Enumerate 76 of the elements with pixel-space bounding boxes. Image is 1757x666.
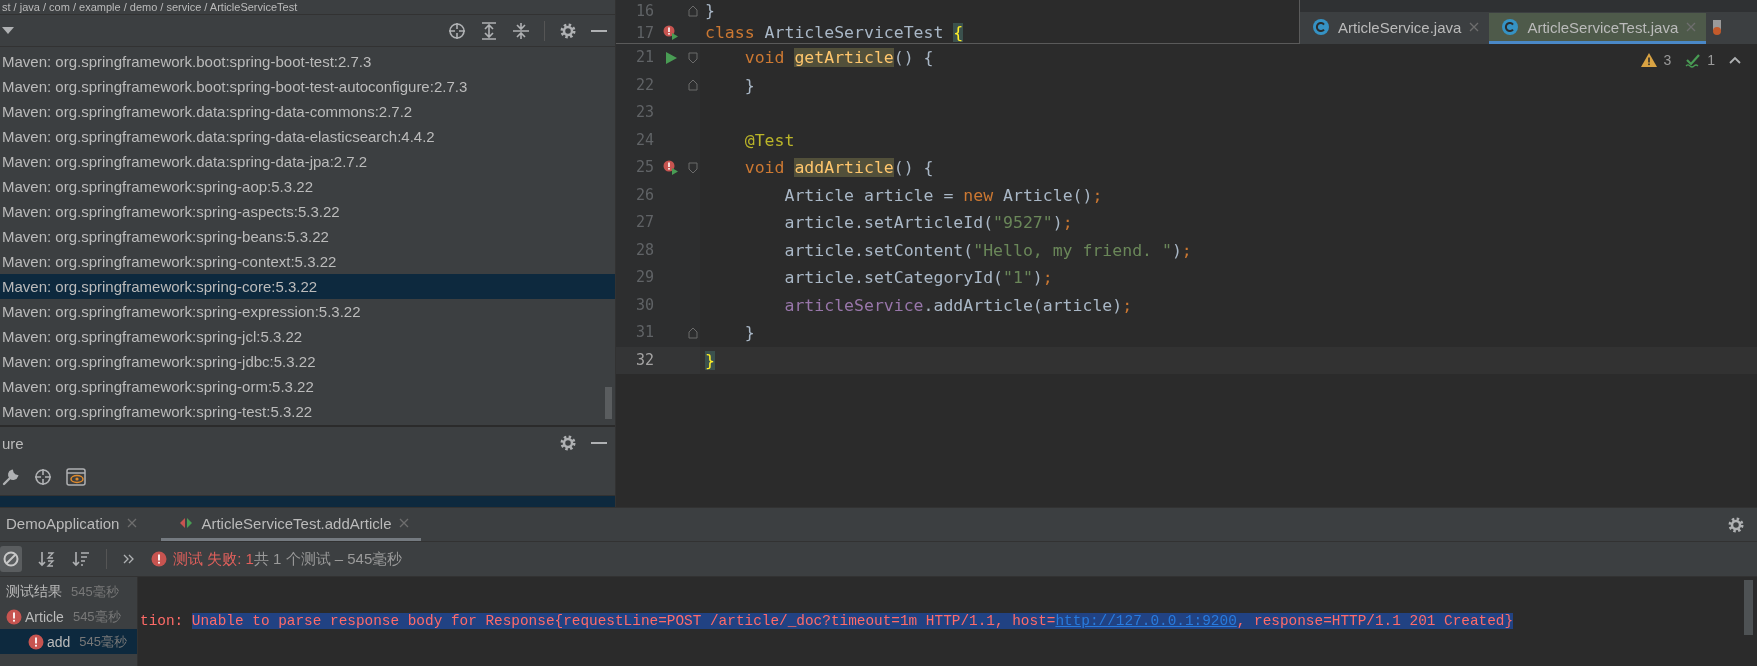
panel-title: ure: [2, 434, 24, 452]
wrench-icon[interactable]: [2, 468, 20, 486]
error-icon: [6, 608, 22, 625]
chevron-right-icon[interactable]: [123, 554, 135, 564]
tree-item[interactable]: Maven: org.springframework.data:spring-data-commons:2.7.2: [0, 99, 615, 124]
weak-warning-count[interactable]: 1: [1707, 52, 1715, 68]
code-line: @Test: [743, 129, 795, 152]
dropdown-caret-icon[interactable]: [2, 26, 14, 35]
expand-all-icon[interactable]: [480, 21, 498, 40]
tree-item[interactable]: Maven: org.springframework:spring-test:5.3.22: [0, 399, 615, 424]
run-tab[interactable]: DemoApplication: [0, 508, 150, 541]
tree-item[interactable]: Maven: org.springframework.boot:spring-boot-test:2.7.3: [0, 49, 615, 74]
code-line: void getArticle() {: [743, 47, 934, 69]
test-tree-item[interactable]: 测试结果 545毫秒: [0, 579, 137, 604]
error-icon: [151, 551, 167, 567]
code-line: Article article = new Article();: [783, 184, 1103, 207]
tree-item[interactable]: Maven: org.springframework:spring-beans:5.3.22: [0, 224, 615, 249]
fold-icon[interactable]: [688, 5, 698, 17]
code-line: articleService.addArticle(article);: [783, 294, 1133, 317]
tree-item[interactable]: Maven: org.springframework.boot:spring-boot-test-autoconfigure:2.7.3: [0, 74, 615, 99]
settings-icon[interactable]: [559, 21, 577, 40]
tree-item[interactable]: Maven: org.springframework:spring-context:5.3.22: [0, 249, 615, 274]
test-tree-item[interactable]: add 545毫秒: [0, 629, 137, 654]
test-run-icon: [179, 517, 194, 529]
code-line: class ArticleServiceTest {: [705, 22, 964, 43]
locate-icon[interactable]: [34, 468, 52, 486]
breadcrumb: st / java / com / example / demo / service / ArticleServiceTest: [0, 0, 615, 15]
window-eye-icon[interactable]: [66, 468, 86, 486]
tree-item[interactable]: Maven: org.springframework:spring-aop:5.3.22: [0, 174, 615, 199]
scrollbar-thumb[interactable]: [605, 387, 612, 419]
warning-count[interactable]: 3: [1663, 52, 1672, 68]
settings-icon[interactable]: [559, 434, 577, 452]
fold-icon[interactable]: [688, 161, 698, 174]
settings-icon[interactable]: [1727, 515, 1745, 534]
tree-item[interactable]: Maven: org.springframework:spring-jcl:5.3.22: [0, 324, 615, 349]
locate-icon[interactable]: [448, 21, 466, 40]
fold-icon[interactable]: [688, 51, 698, 64]
editor-tab[interactable]: ArticleServiceTest.java: [1489, 13, 1707, 44]
tree-item[interactable]: Maven: org.springframework:spring-core:5.3.22: [0, 274, 615, 299]
console-output: tion: Unable to parse response body for Response{requestLine=POST /article/_doc?timeout=1m HTTP/1.1, host=http://127.0.0.1:9200, response=HTTP/1.1 201 Created}: [140, 612, 1514, 631]
test-summary: 共 1 个测试 – 545毫秒: [253, 549, 403, 569]
editor-tab[interactable]: ArticleService.java: [1300, 13, 1490, 44]
tree-item[interactable]: Maven: org.springframework:spring-aspects:5.3.22: [0, 199, 615, 224]
fold-icon[interactable]: [688, 326, 698, 339]
test-tree-item[interactable]: Article 545毫秒: [0, 604, 137, 629]
tree-item[interactable]: Maven: org.springframework:spring-jdbc:5.3.22: [0, 349, 615, 374]
code-line: }: [743, 322, 755, 344]
class-icon: [1501, 18, 1520, 36]
scrollbar-thumb[interactable]: [1744, 580, 1753, 635]
code-line: article.setArticleId("9527");: [783, 212, 1073, 234]
collapse-all-icon[interactable]: [512, 21, 530, 40]
tree-item[interactable]: Maven: org.springframework.data:spring-data-elasticsearch:4.4.2: [0, 124, 615, 149]
file-icon[interactable]: [1712, 18, 1723, 36]
code-line: }: [743, 74, 755, 97]
minimize-icon[interactable]: [591, 441, 607, 445]
check-icon[interactable]: [1685, 52, 1702, 68]
stop-button[interactable]: [0, 546, 22, 572]
run-tab[interactable]: ArticleServiceTest.addArticle: [161, 508, 422, 541]
fold-icon[interactable]: [688, 79, 698, 92]
line-number: 32: [634, 349, 654, 371]
warning-icon[interactable]: [1641, 53, 1658, 67]
code-line: article.setContent("Hello, my friend. ");: [783, 239, 1192, 262]
error-icon: [28, 633, 44, 650]
sort-duration-icon[interactable]: [72, 550, 90, 568]
code-line: void addArticle() {: [743, 157, 934, 179]
code-line: article.setCategoryId("1");: [783, 267, 1053, 289]
tree-item[interactable]: Maven: org.springframework:spring-orm:5.3.22: [0, 374, 615, 399]
tree-item[interactable]: Maven: org.springframework.data:spring-data-jpa:2.7.2: [0, 149, 615, 174]
sort-alpha-icon[interactable]: [38, 550, 56, 568]
error-run-icon[interactable]: [662, 159, 680, 176]
test-failed-count: 测试 失败: 1: [173, 549, 254, 569]
class-icon: [1312, 18, 1330, 36]
caret-up-icon[interactable]: [1729, 56, 1741, 64]
tree-item[interactable]: Maven: org.springframework:spring-expression:5.3.22: [0, 299, 615, 324]
code-line: }: [705, 0, 715, 22]
error-run-icon[interactable]: [662, 25, 680, 41]
